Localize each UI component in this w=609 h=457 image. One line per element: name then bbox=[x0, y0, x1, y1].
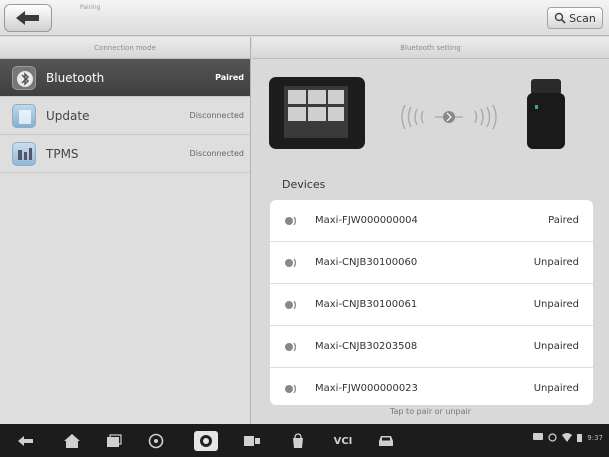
mode-label-bluetooth: Bluetooth bbox=[46, 70, 105, 85]
update-icon bbox=[12, 104, 36, 128]
mode-label-update: Update bbox=[46, 108, 90, 123]
device-row[interactable]: Maxi-FJW000000004 Paired bbox=[270, 200, 593, 242]
device-status: Unpaired bbox=[533, 383, 579, 394]
back-arrow-icon bbox=[16, 11, 39, 25]
devices-label: Devices bbox=[282, 178, 326, 191]
notification-icon bbox=[548, 433, 557, 442]
browser-button[interactable] bbox=[146, 431, 166, 451]
tpms-icon bbox=[12, 142, 36, 166]
vci-label: VCI bbox=[333, 435, 353, 447]
bluetooth-device-icon bbox=[285, 300, 297, 310]
clock: 9:37 bbox=[587, 433, 603, 442]
mode-status-update: Disconnected bbox=[189, 111, 244, 120]
camera-icon bbox=[200, 435, 212, 447]
scan-button[interactable]: Scan bbox=[547, 7, 603, 29]
car-icon bbox=[379, 436, 393, 446]
home-nav-button[interactable] bbox=[62, 431, 82, 451]
mode-item-bluetooth[interactable]: Bluetooth Paired bbox=[0, 59, 250, 97]
bluetooth-icon bbox=[12, 66, 36, 90]
device-name: Maxi-CNJB30203508 bbox=[315, 341, 418, 352]
device-name: Maxi-CNJB30100061 bbox=[315, 299, 418, 310]
bluetooth-setting-header: Bluetooth setting bbox=[252, 37, 609, 59]
device-status: Unpaired bbox=[533, 341, 579, 352]
browser-icon bbox=[148, 433, 164, 449]
back-icon bbox=[18, 436, 33, 446]
device-list[interactable]: Maxi-FJW000000004 Paired Maxi-CNJB301000… bbox=[270, 200, 593, 405]
recent-apps-icon bbox=[107, 434, 122, 447]
back-nav-button[interactable] bbox=[16, 431, 36, 451]
bluetooth-setting-panel: Bluetooth setting Devices Maxi-FJW000000… bbox=[252, 37, 609, 424]
mode-item-update[interactable]: Update Disconnected bbox=[0, 97, 250, 135]
battery-icon bbox=[577, 434, 583, 442]
recent-apps-button[interactable] bbox=[104, 431, 124, 451]
shop-icon bbox=[293, 433, 303, 448]
status-area: 9:37 bbox=[533, 433, 603, 442]
bluetooth-device-icon bbox=[285, 216, 297, 226]
vci-button[interactable]: VCI bbox=[328, 431, 358, 451]
device-status: Paired bbox=[548, 215, 579, 226]
device-status: Unpaired bbox=[533, 257, 579, 268]
mode-item-tpms[interactable]: TPMS Disconnected bbox=[0, 135, 250, 173]
title-bar: Pairing Scan bbox=[0, 0, 609, 36]
vci-device-icon bbox=[527, 79, 565, 149]
scan-icon bbox=[554, 12, 566, 24]
wifi-icon bbox=[562, 433, 573, 442]
device-name: Maxi-CNJB30100060 bbox=[315, 257, 418, 268]
mode-status-tpms: Disconnected bbox=[189, 149, 244, 158]
device-row[interactable]: Maxi-CNJB30100061 Unpaired bbox=[270, 284, 593, 326]
camera-button[interactable] bbox=[194, 431, 218, 451]
pairing-illustration bbox=[269, 77, 565, 149]
scan-label: Scan bbox=[569, 11, 596, 25]
device-row[interactable]: Maxi-CNJB30203508 Unpaired bbox=[270, 326, 593, 368]
device-name: Maxi-FJW000000004 bbox=[315, 215, 418, 226]
device-row[interactable]: Maxi-FJW000000023 Unpaired bbox=[270, 368, 593, 405]
device-status: Unpaired bbox=[533, 299, 579, 310]
device-row[interactable]: Maxi-CNJB30100060 Unpaired bbox=[270, 242, 593, 284]
display-button[interactable] bbox=[242, 431, 262, 451]
pair-hint: Tap to pair or unpair bbox=[389, 407, 472, 416]
shop-button[interactable] bbox=[288, 431, 308, 451]
connection-mode-panel: Connection mode Bluetooth Paired Update … bbox=[0, 37, 251, 424]
system-nav-bar: VCI 9:37 bbox=[0, 424, 609, 457]
bluetooth-device-icon bbox=[285, 384, 297, 394]
back-button[interactable] bbox=[4, 4, 52, 32]
page-title: Pairing bbox=[80, 4, 101, 11]
vehicle-button[interactable] bbox=[376, 431, 396, 451]
mode-status-bluetooth: Paired bbox=[215, 73, 244, 82]
bluetooth-device-icon bbox=[285, 258, 297, 268]
home-icon bbox=[64, 434, 80, 448]
device-name: Maxi-FJW000000023 bbox=[315, 383, 418, 394]
message-icon bbox=[533, 433, 544, 440]
mode-label-tpms: TPMS bbox=[46, 146, 79, 161]
bluetooth-device-icon bbox=[285, 342, 297, 352]
display-icon bbox=[244, 436, 260, 446]
connection-mode-header: Connection mode bbox=[0, 37, 250, 59]
tablet-icon bbox=[269, 77, 365, 149]
